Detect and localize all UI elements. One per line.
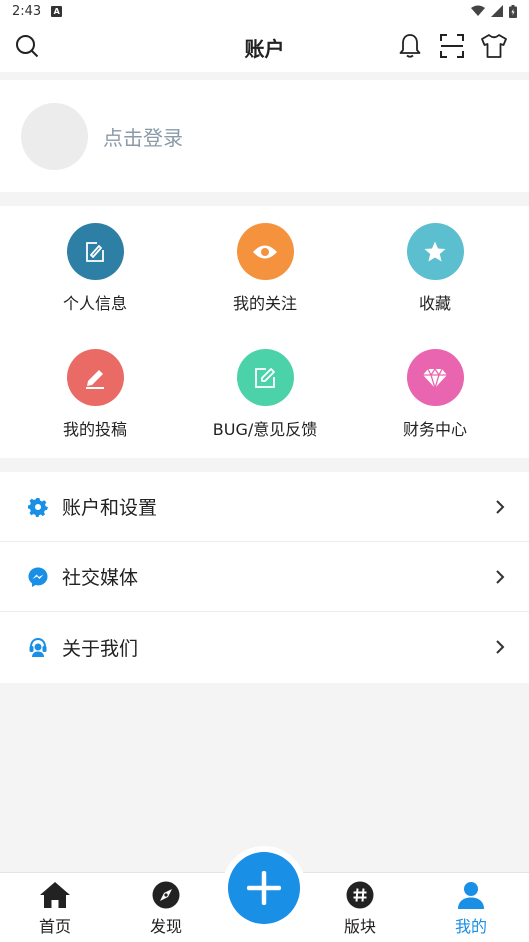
following-icon-circle: [236, 223, 294, 280]
grid-item-label: 个人信息: [62, 294, 127, 313]
wifi-icon: [471, 5, 485, 16]
create-post-button[interactable]: [228, 852, 300, 924]
grid-item-favorites[interactable]: 收藏: [347, 206, 523, 332]
edit-icon: [86, 241, 104, 262]
diamond-icon: [423, 367, 447, 389]
menu-item-social-media[interactable]: 社交媒体: [0, 542, 529, 612]
grid-item-label: 我的关注: [232, 294, 297, 313]
tab-label: 发现: [149, 917, 182, 936]
tab-label: 我的: [454, 917, 487, 936]
notifications-button[interactable]: [396, 32, 424, 60]
signal-icon: [491, 5, 503, 17]
grid-item-following[interactable]: 我的关注: [177, 206, 353, 332]
menu-item-label: 关于我们: [62, 637, 139, 660]
tshirt-icon: [481, 34, 507, 58]
feedback-icon-circle: [236, 349, 294, 406]
my-posts-icon-circle: [66, 349, 124, 406]
chevron-right-icon: [496, 569, 505, 584]
chevron-right-icon: [496, 499, 505, 514]
gear-icon: [27, 496, 49, 518]
search-icon: [16, 35, 39, 58]
search-button[interactable]: [13, 32, 41, 60]
headset-icon: [27, 636, 49, 658]
scan-icon: [440, 34, 464, 58]
menu-item-label: 社交媒体: [62, 567, 139, 589]
login-link[interactable]: 点击登录: [103, 122, 183, 151]
grid-item-my-posts[interactable]: 我的投稿: [7, 332, 183, 458]
user-icon: [458, 882, 484, 909]
pencil-icon: [86, 369, 104, 389]
status-time: 2:43: [12, 3, 42, 19]
scan-button[interactable]: [438, 32, 466, 60]
grid-item-label: BUG/意见反馈: [212, 420, 318, 439]
tab-discover[interactable]: 发现: [136, 881, 196, 937]
avatar[interactable]: [21, 102, 88, 170]
menu-item-account-settings[interactable]: 账户和设置: [0, 472, 529, 542]
tab-home[interactable]: 首页: [25, 881, 85, 937]
tab-boards[interactable]: 版块: [330, 881, 390, 937]
tab-mine[interactable]: 我的: [441, 881, 501, 937]
tab-label: 首页: [38, 917, 71, 936]
plus-icon: [247, 871, 281, 905]
menu-item-label: 账户和设置: [62, 497, 158, 519]
top-app-bar: 账户: [0, 22, 529, 72]
compass-icon: [152, 881, 180, 909]
bell-icon: [399, 34, 421, 58]
home-icon: [40, 882, 70, 908]
star-icon: [424, 241, 446, 261]
grid-item-finance[interactable]: 财务中心: [347, 332, 523, 458]
finance-icon-circle: [406, 349, 464, 406]
settings-menu: 账户和设置 社交媒体 关于我们: [0, 472, 529, 683]
profile-card[interactable]: 点击登录: [0, 80, 529, 192]
messenger-icon: [27, 566, 49, 588]
chevron-right-icon: [496, 640, 505, 654]
battery-icon: [509, 4, 517, 18]
menu-item-about-us[interactable]: 关于我们: [0, 612, 529, 682]
grid-item-feedback[interactable]: BUG/意见反馈: [177, 332, 353, 458]
favorites-icon-circle: [406, 223, 464, 280]
theme-button[interactable]: [480, 32, 508, 60]
feedback-icon: [255, 367, 275, 388]
notification-icon: A: [51, 5, 63, 17]
tab-label: 版块: [343, 917, 376, 936]
status-bar: 2:43 A: [0, 0, 529, 22]
grid-item-label: 财务中心: [402, 420, 467, 439]
hashtag-icon: [346, 881, 374, 909]
grid-item-label: 收藏: [418, 294, 451, 313]
grid-item-personal-info[interactable]: 个人信息: [7, 206, 183, 332]
feature-grid: 个人信息 我的关注 收藏 我的投稿 BUG/意见反馈 财务中心: [0, 206, 529, 458]
eye-icon: [253, 245, 277, 258]
grid-item-label: 我的投稿: [62, 420, 127, 439]
personal-info-icon-circle: [66, 223, 124, 280]
